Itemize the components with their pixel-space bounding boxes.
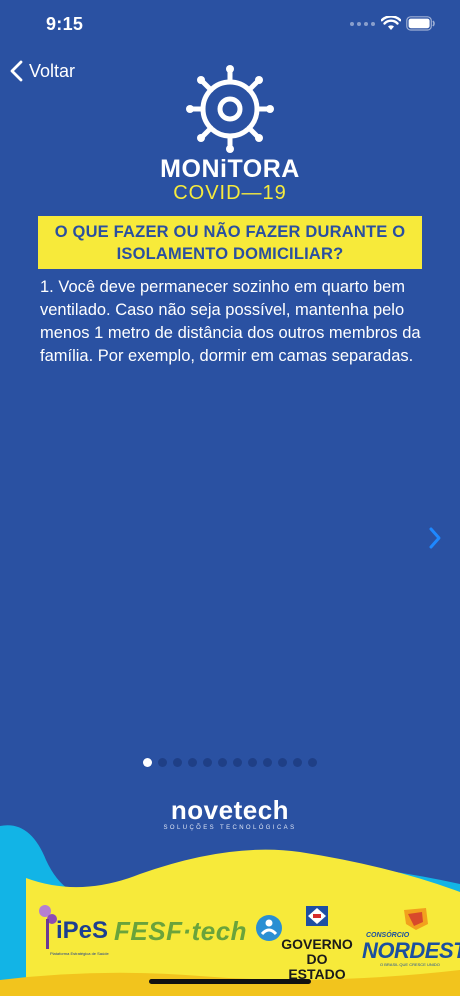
guidance-text: 1. Você deve permanecer sozinho em quart… xyxy=(40,278,421,365)
ipes-logo: iPeS Plataforma Estratégica de Saúde xyxy=(38,903,109,956)
cellular-signal-icon xyxy=(350,22,375,26)
page-dot[interactable] xyxy=(293,758,302,767)
page-dot[interactable] xyxy=(233,758,242,767)
next-page-chevron-icon[interactable] xyxy=(428,526,442,550)
coronavirus-icon xyxy=(186,65,274,153)
page-dot[interactable] xyxy=(248,758,257,767)
question-banner: O QUE FAZER OU NÃO FAZER DURANTE O ISOLA… xyxy=(38,216,422,269)
logo-subtitle: COVID—19 xyxy=(173,182,287,204)
footer-wave xyxy=(0,825,460,996)
governo-estado-text: GOVERNO DO ESTADO xyxy=(281,936,353,982)
page-dot[interactable] xyxy=(173,758,182,767)
page-dot[interactable] xyxy=(158,758,167,767)
app-logo: MONiTORA COVID—19 xyxy=(0,64,460,204)
battery-icon xyxy=(406,16,435,31)
fesf-tech-name: FESF·tech xyxy=(114,916,248,946)
page-dot[interactable] xyxy=(278,758,287,767)
home-indicator[interactable] xyxy=(149,979,311,984)
nordeste-tagline: O BRASIL QUE CRESCE UNIDO xyxy=(380,962,440,967)
page-indicator[interactable] xyxy=(0,758,460,767)
nordeste-map-icon xyxy=(404,908,428,930)
fesf-person-icon xyxy=(255,915,282,941)
question-heading: O QUE FAZER OU NÃO FAZER DURANTE O ISOLA… xyxy=(54,222,406,263)
ipes-name: iPeS xyxy=(56,917,109,944)
page-dot[interactable] xyxy=(263,758,272,767)
status-bar: 9:15 xyxy=(0,0,460,50)
page-dot[interactable] xyxy=(218,758,227,767)
wifi-icon xyxy=(381,16,401,30)
ipes-tree-icon xyxy=(39,905,57,949)
status-time: 9:15 xyxy=(46,14,84,34)
bahia-flag-icon xyxy=(306,906,328,926)
page-dot[interactable] xyxy=(308,758,317,767)
page-dot[interactable] xyxy=(188,758,197,767)
fesf-tech-logo: FESF·tech xyxy=(114,914,283,947)
logo-title: MONiTORA xyxy=(160,155,300,183)
page-dot[interactable] xyxy=(143,758,152,767)
governo-estado-logo: GOVERNO DO ESTADO xyxy=(280,904,354,982)
nordeste-name: NORDESTE xyxy=(362,938,460,963)
page-dot[interactable] xyxy=(203,758,212,767)
ipes-tagline: Plataforma Estratégica de Saúde xyxy=(50,951,109,956)
